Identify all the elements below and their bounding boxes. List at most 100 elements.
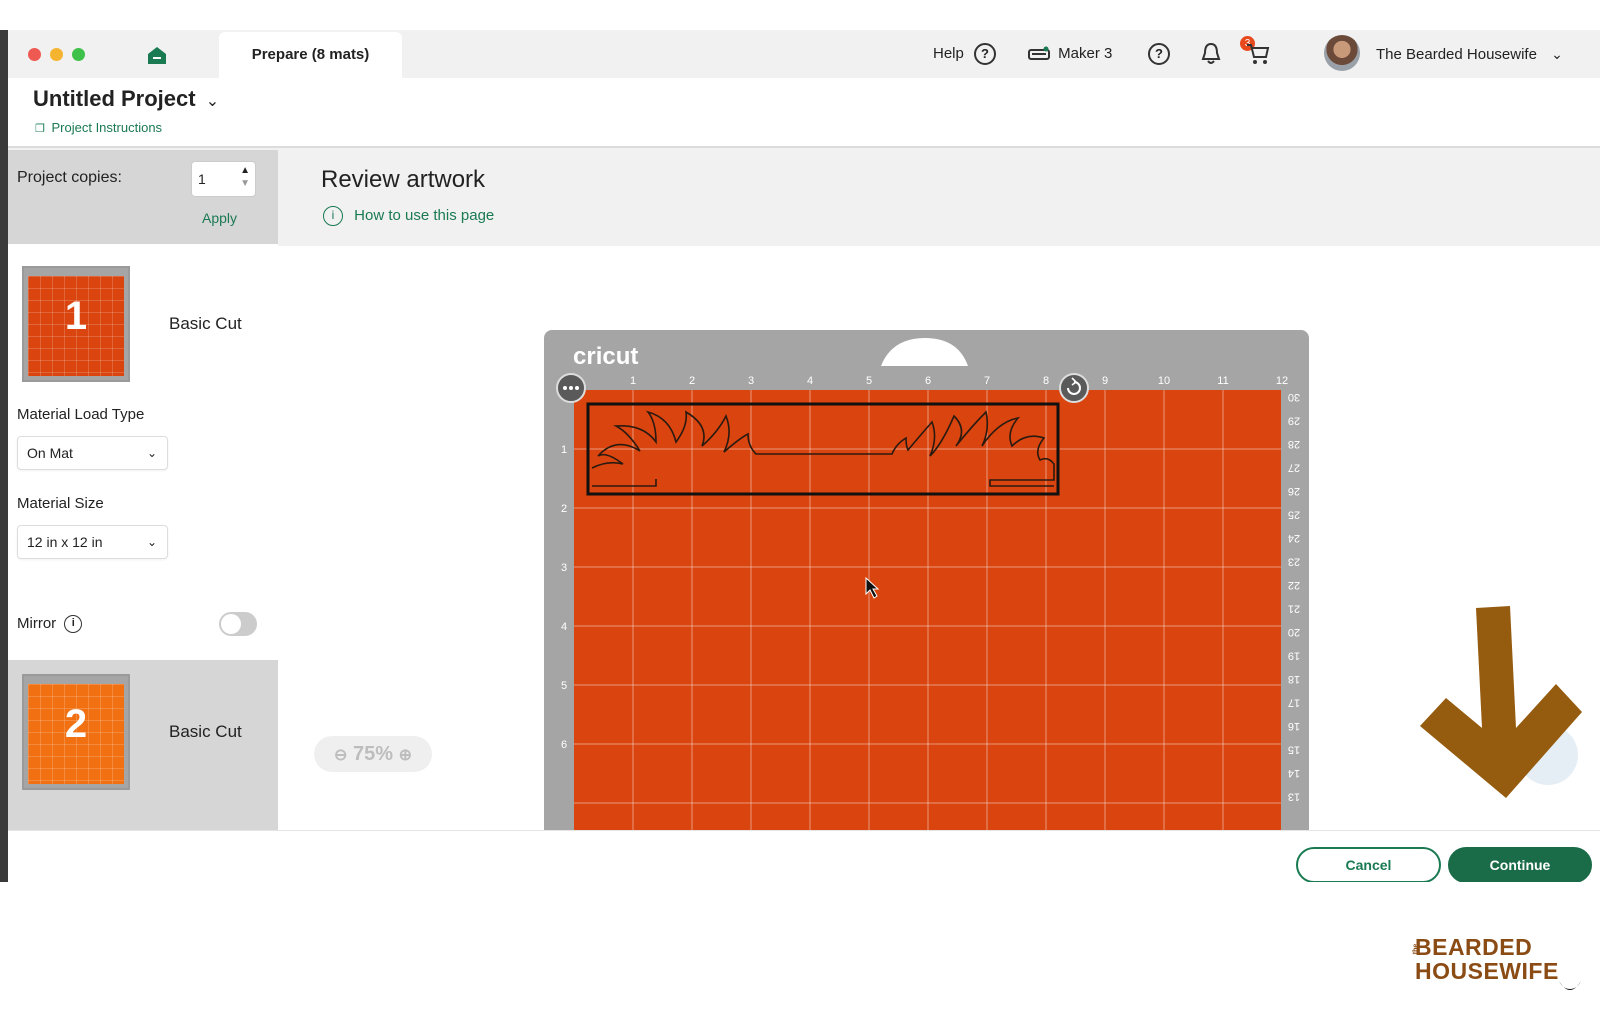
ruler-tick-label: 1 [630,375,636,387]
page-title: Review artwork [321,166,486,193]
machine-icon [1028,46,1050,61]
continue-button[interactable]: Continue [1448,847,1592,882]
how-to-use-label: How to use this page [354,206,495,224]
logo-prefix: the [1412,943,1420,955]
ruler-tick-label: 27 [1288,462,1300,474]
help-menu[interactable]: Help ? [933,42,997,66]
user-avatar[interactable] [1324,35,1360,71]
ruler-tick-label: 25 [1288,509,1300,521]
ruler-tick-label: 23 [1288,556,1300,568]
ruler-tick-label: 3 [748,375,754,387]
ruler-tick-label: 30 [1288,391,1300,403]
close-window-button[interactable] [28,48,41,61]
cricut-design-space-window: Prepare (8 mats) Help ? Maker 3 ? 3 The … [8,30,1600,882]
document-icon: ❐ [35,123,45,135]
decrement-icon[interactable]: ▼ [240,178,250,189]
ruler-tick-label: 26 [1288,485,1300,497]
mat-sidebar: Project copies: 1 ▲ ▼ Apply 1 Basic Cut … [8,150,278,830]
artwork-options-button[interactable] [556,373,586,403]
ruler-tick-label: 1 [561,444,567,456]
ruler-tick-label: 24 [1288,532,1300,544]
ruler-tick-label: 4 [561,621,567,633]
ruler-tick-label: 13 [1288,791,1300,803]
home-icon[interactable] [146,44,168,66]
load-type-value: On Mat [27,445,73,461]
ruler-tick-label: 10 [1158,375,1170,387]
ruler-tick-label: 22 [1288,579,1300,591]
ruler-tick-label: 7 [984,375,990,387]
rotate-handle[interactable] [1059,373,1089,403]
zoom-level: 75% [352,743,394,765]
material-size-label: Material Size [17,495,104,512]
increment-icon[interactable]: ▲ [240,165,250,176]
mat-number-2: 2 [64,702,88,746]
ruler-tick-label: 15 [1288,744,1300,756]
ruler-tick-label: 2 [689,375,695,387]
ruler-tick-label: 14 [1288,767,1300,779]
beard-icon [1559,981,1581,990]
mat-thumbnail-2[interactable]: 2 [22,674,130,790]
bell-icon[interactable] [1200,42,1222,66]
ruler-tick-label: 6 [561,739,567,751]
ruler-tick-label: 5 [561,680,567,692]
project-instructions-label: Project Instructions [51,120,163,135]
cancel-button[interactable]: Cancel [1296,847,1441,882]
zoom-out-icon[interactable]: ⊖ [334,747,347,764]
cart-icon[interactable] [1246,43,1270,65]
copies-value: 1 [198,171,206,187]
action-footer: Cancel Continue [8,830,1600,882]
desktop-edge [0,30,8,882]
tab-prepare[interactable]: Prepare (8 mats) [219,32,402,78]
apply-button[interactable]: Apply [202,210,237,226]
project-title: Untitled Project [33,86,196,111]
project-copies-panel: Project copies: 1 ▲ ▼ Apply [8,150,278,244]
info-icon[interactable]: i [64,615,83,634]
user-menu[interactable]: The Bearded Housewife ⌄ [1376,42,1563,66]
mat-2-panel[interactable]: 2 Basic Cut [8,660,278,830]
mirror-label: Mirror [17,615,57,632]
help-label: Help [933,45,964,62]
zoom-in-icon[interactable]: ⊕ [399,747,412,764]
support-button[interactable]: ? [1148,42,1170,66]
machine-selector[interactable]: Maker 3 [1028,42,1112,66]
ruler-tick-label: 8 [1043,375,1049,387]
project-title-dropdown[interactable]: Untitled Project ⌄ [33,86,219,112]
mat-brand-logo: cricut [573,343,638,370]
ruler-tick-label: 17 [1288,697,1300,709]
logo-line-2: HOUSEWIFE [1415,958,1559,984]
material-size-value: 12 in x 12 in [27,534,103,550]
mat-2-cut-label: Basic Cut [169,722,242,741]
copies-stepper[interactable]: 1 ▲ ▼ [191,161,256,197]
project-header: Untitled Project ⌄ ❐ Project Instruction… [8,78,1600,148]
mat-thumbnail-1[interactable]: 1 [22,266,130,382]
ruler-tick-label: 6 [925,375,931,387]
help-icon: ? [974,43,997,66]
ruler-tick-label: 9 [1102,375,1108,387]
how-to-use-link[interactable]: i How to use this page [323,206,494,226]
ruler-tick-label: 18 [1288,673,1300,685]
maximize-window-button[interactable] [72,48,85,61]
ruler-tick-label: 12 [1276,375,1288,387]
ruler-tick-label: 5 [866,375,872,387]
chevron-down-icon: ⌄ [205,93,220,110]
mat-number-1: 1 [64,294,88,338]
material-size-select[interactable]: 12 in x 12 in ⌄ [17,525,168,559]
info-icon: i [323,206,343,226]
mirror-toggle[interactable] [219,612,257,636]
load-type-select[interactable]: On Mat ⌄ [17,436,168,470]
cutting-mat[interactable]: cricut 1 2 3 4 5 6 7 8 9 10 11 12 123456 3029282726… [278,246,1600,830]
mat-preview-canvas[interactable]: cricut 1 2 3 4 5 6 7 8 9 10 11 12 123456 30 29 28 27 26… [278,246,1600,830]
title-bar: Prepare (8 mats) Help ? Maker 3 ? 3 The … [8,30,1600,78]
mat-1-cut-label: Basic Cut [169,314,242,333]
chevron-down-icon: ⌄ [146,535,157,549]
chevron-down-icon: ⌄ [1551,46,1563,62]
load-type-label: Material Load Type [17,406,145,423]
machine-label: Maker 3 [1058,45,1113,62]
zoom-control[interactable]: ⊖ 75% ⊕ [314,736,432,772]
minimize-window-button[interactable] [50,48,63,61]
ruler-tick-label: 16 [1288,720,1300,732]
ruler-tick-label: 29 [1288,415,1300,427]
ruler-tick-label: 19 [1288,650,1300,662]
ruler-tick-label: 21 [1288,603,1300,615]
project-instructions-link[interactable]: ❐ Project Instructions [35,120,162,135]
